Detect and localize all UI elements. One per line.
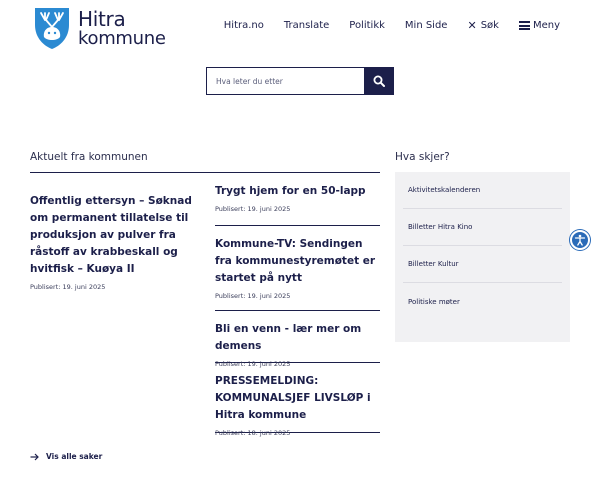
- news-item-headline: Kommune-TV: Sendingen fra kommunestyremø…: [215, 238, 376, 284]
- news-item[interactable]: Kommune-TV: Sendingen fra kommunestyremø…: [215, 226, 380, 311]
- menu-button[interactable]: Meny: [518, 20, 560, 31]
- news-item[interactable]: Trygt hjem for en 50-lapp Publisert: 19.…: [215, 173, 380, 226]
- events-link-culture-tickets[interactable]: Billetter Kultur: [403, 246, 562, 283]
- see-all-news-link[interactable]: Vis alle saker: [30, 452, 102, 461]
- logo-text-hitra: Hitra: [78, 6, 126, 31]
- search-input[interactable]: [206, 67, 364, 95]
- menu-label: Meny: [532, 20, 560, 31]
- featured-news-item[interactable]: Offentlig ettersyn – Søknad om permanent…: [30, 193, 200, 291]
- news-item-date: Publisert: 19. juni 2025: [215, 292, 291, 300]
- events-link-cinema-tickets[interactable]: Billetter Hitra Kino: [403, 209, 562, 246]
- hamburger-icon: [518, 21, 530, 30]
- search-button[interactable]: [364, 67, 394, 95]
- search-toggle-button[interactable]: ✕ Søk: [467, 19, 498, 32]
- accessibility-button[interactable]: [570, 230, 590, 250]
- nav-translate[interactable]: Translate: [284, 20, 329, 31]
- events-link-activity-calendar[interactable]: Aktivitetskalenderen: [403, 172, 562, 209]
- news-item-headline: Trygt hjem for en 50-lapp: [215, 185, 366, 197]
- events-section-title: Hva skjer?: [395, 151, 450, 163]
- arrow-right-icon: [30, 453, 39, 460]
- news-list: Trygt hjem for en 50-lapp Publisert: 19.…: [215, 173, 380, 437]
- news-item-date: Publisert: 18. juni 2025: [215, 429, 291, 437]
- news-item[interactable]: PRESSEMELDING: KOMMUNALSJEF LIVSLØP i Hi…: [215, 363, 380, 437]
- search-bar: [206, 67, 394, 95]
- logo-text-kommune: kommune: [78, 27, 166, 49]
- featured-news-date: Publisert: 19. juni 2025: [30, 283, 106, 291]
- news-item[interactable]: Bli en venn - lær mer om demens Publiser…: [215, 311, 380, 368]
- news-item-date: Publisert: 19. juni 2025: [215, 205, 291, 213]
- nav-hitra-no[interactable]: Hitra.no: [224, 20, 264, 31]
- top-navigation: Hitra.no Translate Politikk Min Side ✕ S…: [204, 19, 560, 32]
- nav-politikk[interactable]: Politikk: [349, 20, 385, 31]
- close-icon: ✕: [467, 19, 477, 32]
- see-all-news-label: Vis alle saker: [46, 452, 103, 461]
- news-item-headline: PRESSEMELDING: KOMMUNALSJEF LIVSLØP i Hi…: [215, 375, 371, 421]
- search-toggle-label: Søk: [480, 20, 499, 31]
- search-icon: [373, 75, 385, 87]
- accessibility-icon: [574, 234, 586, 246]
- coat-of-arms-icon: [35, 8, 69, 49]
- events-link-political-meetings[interactable]: Politiske møter: [403, 283, 562, 320]
- news-item-headline: Bli en venn - lær mer om demens: [215, 323, 362, 352]
- site-logo[interactable]: Hitra kommune: [32, 5, 166, 51]
- events-panel: Aktivitetskalenderen Billetter Hitra Kin…: [395, 172, 570, 342]
- featured-news-headline: Offentlig ettersyn – Søknad om permanent…: [30, 195, 192, 275]
- nav-min-side[interactable]: Min Side: [405, 20, 448, 31]
- news-section-title: Aktuelt fra kommunen: [30, 151, 148, 163]
